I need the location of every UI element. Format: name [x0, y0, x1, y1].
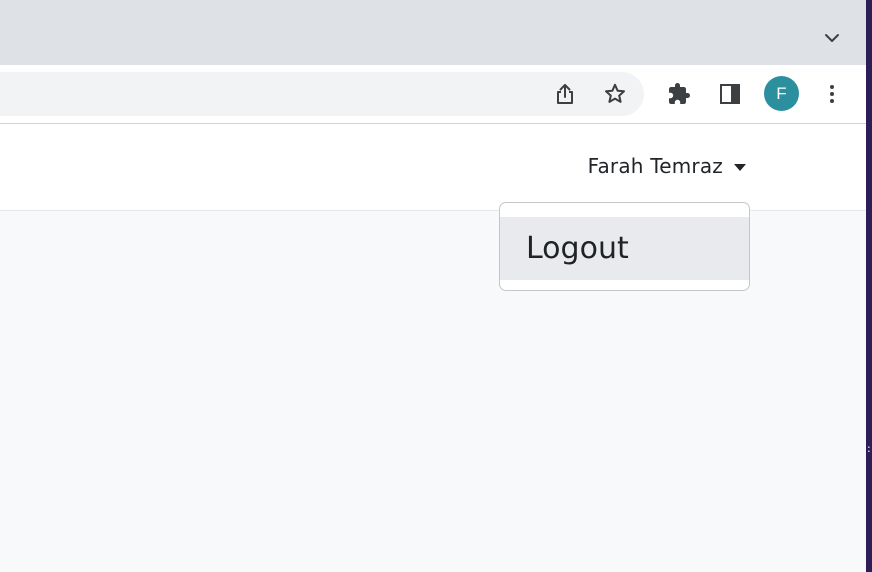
- side-panel-button[interactable]: [715, 79, 745, 109]
- share-icon: [557, 84, 573, 104]
- more-vertical-icon: [830, 85, 834, 103]
- desktop-background-edge: :: [866, 0, 872, 572]
- extensions-puzzle-icon: [669, 83, 690, 104]
- edge-glyph: :: [867, 442, 871, 455]
- page-navbar: Farah Temraz: [0, 124, 866, 211]
- browser-menu-button[interactable]: [817, 79, 847, 109]
- browser-toolbar: F: [0, 65, 866, 123]
- user-name: Farah Temraz: [587, 154, 723, 178]
- extensions-button[interactable]: [664, 79, 694, 109]
- tab-strip: [0, 0, 866, 65]
- logout-menu-item[interactable]: Logout: [500, 217, 749, 280]
- bookmark-button[interactable]: [600, 79, 630, 109]
- caret-down-icon: [734, 163, 746, 171]
- profile-initial: F: [776, 83, 787, 103]
- share-button[interactable]: [550, 79, 580, 109]
- tab-search-button[interactable]: [820, 26, 844, 50]
- chevron-down-icon: [825, 34, 839, 42]
- user-menu-toggle[interactable]: Farah Temraz: [588, 151, 746, 181]
- bookmark-star-icon: [605, 83, 625, 103]
- logout-label: Logout: [526, 231, 629, 266]
- side-panel-icon: [720, 84, 740, 104]
- browser-window: F Farah Temraz Logout: [0, 0, 866, 572]
- user-dropdown-menu: Logout: [499, 202, 750, 291]
- address-bar[interactable]: [0, 72, 644, 116]
- profile-avatar[interactable]: F: [764, 76, 799, 111]
